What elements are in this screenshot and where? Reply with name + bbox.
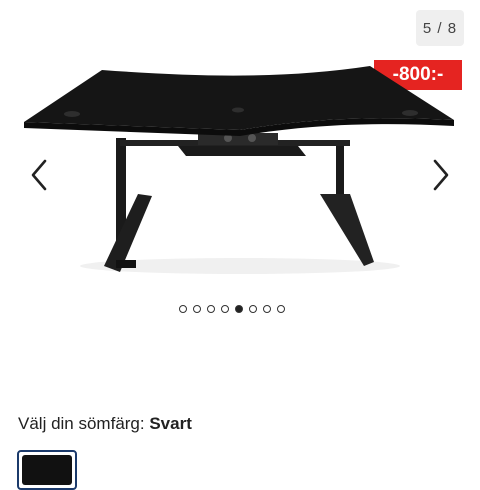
stitch-color-label: Välj din sömfärg: Svart — [18, 414, 192, 434]
stitch-color-prompt: Välj din sömfärg: — [18, 414, 150, 433]
chevron-right-icon — [433, 159, 449, 191]
pagination-dot[interactable] — [179, 305, 187, 313]
image-pagination-dots — [179, 305, 285, 313]
swatch-color-fill — [22, 455, 72, 485]
color-swatch-svart[interactable] — [17, 450, 77, 490]
pagination-dot[interactable] — [263, 305, 271, 313]
selected-stitch-color: Svart — [149, 414, 192, 433]
product-image-gallery[interactable]: 5 / 8 -800:- — [0, 0, 480, 330]
image-counter: 5 / 8 — [416, 10, 464, 46]
pagination-dot-active[interactable] — [235, 305, 243, 313]
desk-product-image — [24, 66, 454, 274]
pagination-dot[interactable] — [207, 305, 215, 313]
pagination-dot[interactable] — [193, 305, 201, 313]
next-image-button[interactable] — [426, 158, 456, 192]
pagination-dot[interactable] — [249, 305, 257, 313]
pagination-dot[interactable] — [277, 305, 285, 313]
pagination-dot[interactable] — [221, 305, 229, 313]
